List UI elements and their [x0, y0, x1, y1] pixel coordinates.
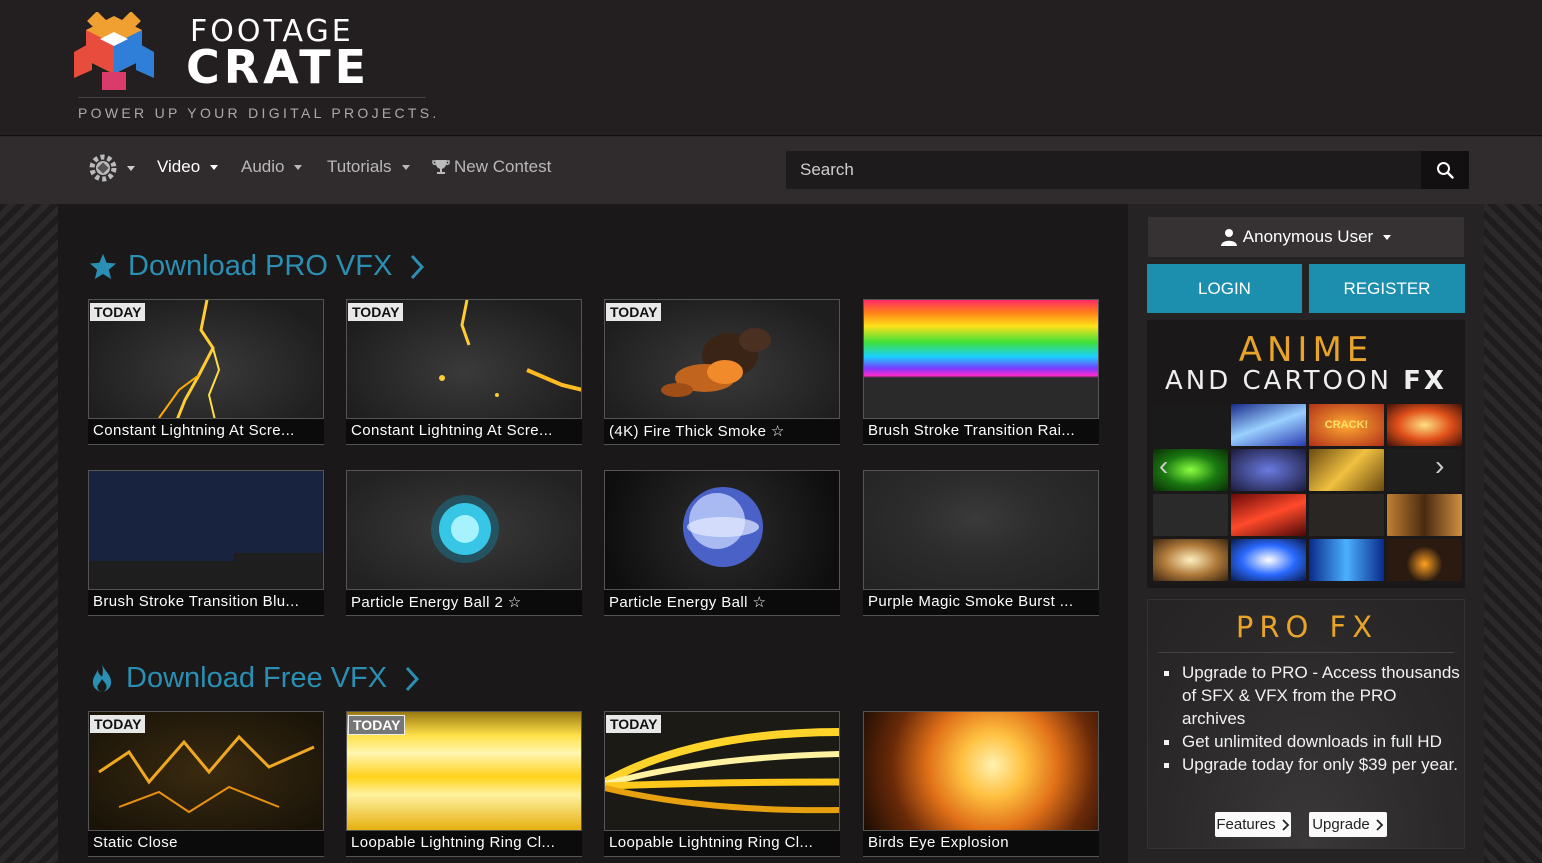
search-input[interactable] — [786, 151, 1422, 189]
vfx-card[interactable]: Purple Magic Smoke Burst ... — [863, 470, 1099, 616]
nav-new-contest-label: New Contest — [454, 157, 552, 176]
flame-icon — [92, 663, 112, 692]
login-button[interactable]: LOGIN — [1147, 264, 1302, 313]
tagline: POWER UP YOUR DIGITAL PROJECTS. — [78, 105, 440, 121]
search-button[interactable] — [1421, 151, 1469, 189]
vfx-card[interactable]: Birds Eye Explosion — [863, 711, 1099, 857]
nav-new-contest[interactable]: New Contest — [432, 157, 551, 177]
today-badge: TODAY — [90, 303, 146, 321]
today-badge: TODAY — [348, 303, 404, 321]
anime-cartoon-fx-ad[interactable]: ANIME AND CARTOON FX CRACK! ‹ › — [1147, 320, 1465, 588]
vfx-card-title: (4K) Fire Thick Smoke ☆ — [604, 419, 840, 445]
upgrade-button[interactable]: Upgrade — [1309, 812, 1387, 837]
nav-audio[interactable]: Audio — [241, 157, 303, 177]
list-item: Upgrade to PRO - Access thousands of SFX… — [1164, 661, 1460, 730]
vfx-card[interactable]: TODAY Constant Lightning At Scre... — [346, 299, 582, 445]
vfx-card[interactable]: TODAY Loopable Lightning Ring Cl... — [346, 711, 582, 857]
vfx-card-title: Brush Stroke Transition Blu... — [88, 590, 324, 616]
ad-title-cartoon: AND CARTOON FX — [1147, 366, 1465, 396]
chevron-down-icon — [294, 164, 303, 170]
left-background-pattern — [0, 204, 58, 863]
features-label: Features — [1216, 816, 1276, 833]
footage-crate-logo-icon[interactable] — [72, 12, 156, 92]
chevron-right-icon — [1376, 818, 1384, 831]
pro-fx-divider — [1158, 652, 1454, 653]
ad-prev-arrow-icon[interactable]: ‹ — [1159, 450, 1168, 482]
vfx-card-title: Constant Lightning At Scre... — [346, 419, 582, 445]
user-icon — [1220, 229, 1237, 246]
user-menu-dropdown[interactable]: Anonymous User — [1148, 217, 1464, 257]
today-badge: TODAY — [348, 715, 406, 735]
user-name-label: Anonymous User — [1242, 227, 1374, 246]
chevron-right-icon — [406, 666, 420, 691]
download-free-vfx-label: Download Free VFX — [126, 662, 388, 694]
vfx-card[interactable]: Brush Stroke Transition Rai... — [863, 299, 1099, 445]
vfx-card-title: Particle Energy Ball 2 ☆ — [346, 590, 582, 616]
vfx-card-title: Constant Lightning At Scre... — [88, 419, 324, 445]
vfx-card-title: Loopable Lightning Ring Cl... — [604, 831, 840, 857]
nav-tutorials-label: Tutorials — [327, 157, 392, 176]
vfx-card[interactable]: TODAY (4K) Fire Thick Smoke ☆ — [604, 299, 840, 445]
features-button[interactable]: Features — [1215, 812, 1291, 837]
vfx-thumbnail — [346, 470, 582, 590]
vfx-card[interactable]: Particle Energy Ball 2 ☆ — [346, 470, 582, 616]
vfx-card-title: Particle Energy Ball ☆ — [604, 590, 840, 616]
vfx-thumbnail — [604, 470, 840, 590]
ad-thumbnail-grid: CRACK! — [1153, 404, 1462, 581]
vfx-card[interactable]: Brush Stroke Transition Blu... — [88, 470, 324, 616]
crate-gear-icon — [89, 154, 117, 182]
today-badge: TODAY — [606, 715, 662, 733]
chevron-right-icon — [1281, 818, 1289, 831]
list-item: Get unlimited downloads in full HD — [1164, 730, 1460, 753]
search-icon — [1437, 162, 1454, 179]
vfx-card-title: Brush Stroke Transition Rai... — [863, 419, 1099, 445]
pro-fx-title: PRO FX — [1235, 610, 1379, 644]
ad-title-anime: ANIME — [1238, 330, 1374, 370]
download-pro-vfx-heading[interactable]: Download PRO VFX — [88, 250, 426, 283]
chevron-down-icon — [210, 164, 219, 170]
nav-video[interactable]: Video — [157, 157, 219, 177]
logo-text-crate[interactable]: CRATE — [186, 40, 370, 94]
nav-tutorials[interactable]: Tutorials — [327, 157, 410, 177]
trophy-icon — [432, 160, 450, 174]
chevron-down-icon — [1383, 234, 1392, 240]
star-icon — [89, 253, 117, 279]
ad-title-cartoon-text: AND CARTOON — [1165, 366, 1404, 396]
vfx-thumbnail — [863, 711, 1099, 831]
nav-home-menu[interactable] — [88, 153, 135, 183]
vfx-card-title: Purple Magic Smoke Burst ... — [863, 590, 1099, 616]
pro-fx-benefits-list: Upgrade to PRO - Access thousands of SFX… — [1164, 661, 1460, 776]
vfx-card[interactable]: TODAY Loopable Lightning Ring Cl... — [604, 711, 840, 857]
vfx-thumbnail — [863, 470, 1099, 590]
vfx-thumbnail — [863, 299, 1099, 419]
right-background-pattern — [1484, 204, 1542, 863]
ad-next-arrow-icon[interactable]: › — [1435, 450, 1444, 482]
vfx-card[interactable]: TODAY Constant Lightning At Scre... — [88, 299, 324, 445]
site-header: FOOTAGE CRATE POWER UP YOUR DIGITAL PROJ… — [0, 0, 1542, 136]
chevron-down-icon — [127, 165, 135, 171]
logo-divider — [78, 97, 426, 98]
crack-tile: CRACK! — [1309, 404, 1384, 446]
vfx-card-title: Static Close — [88, 831, 324, 857]
pro-fx-box: PRO FX Upgrade to PRO - Access thousands… — [1147, 599, 1465, 849]
vfx-card-title: Loopable Lightning Ring Cl... — [346, 831, 582, 857]
upgrade-label: Upgrade — [1312, 816, 1370, 833]
register-button[interactable]: REGISTER — [1309, 264, 1465, 313]
vfx-card[interactable]: Particle Energy Ball ☆ — [604, 470, 840, 616]
nav-video-label: Video — [157, 157, 201, 176]
chevron-right-icon — [411, 254, 425, 279]
download-free-vfx-heading[interactable]: Download Free VFX — [88, 662, 421, 695]
chevron-down-icon — [401, 164, 410, 170]
nav-audio-label: Audio — [241, 157, 285, 176]
today-badge: TODAY — [90, 715, 146, 733]
vfx-card[interactable]: TODAY Static Close — [88, 711, 324, 857]
today-badge: TODAY — [606, 303, 662, 321]
download-pro-vfx-label: Download PRO VFX — [128, 250, 393, 282]
vfx-card-title: Birds Eye Explosion — [863, 831, 1099, 857]
vfx-thumbnail — [88, 470, 324, 590]
list-item: Upgrade today for only $39 per year. — [1164, 753, 1460, 776]
ad-title-fx: FX — [1403, 366, 1447, 396]
